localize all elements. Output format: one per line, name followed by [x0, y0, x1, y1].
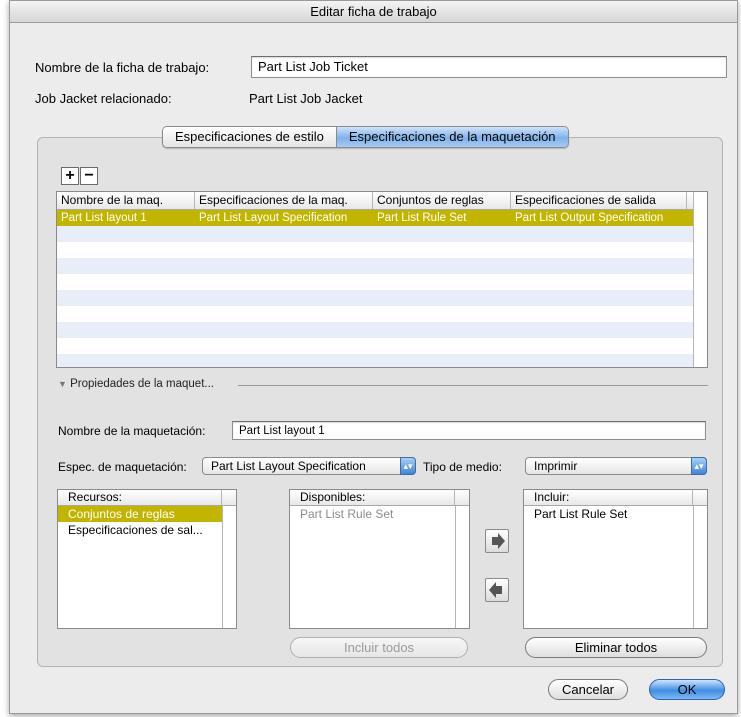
cell-layout-name: Part List layout 1 — [61, 212, 147, 224]
list-item[interactable]: Part List Rule Set — [524, 506, 693, 522]
cell-layout-spec: Part List Layout Specification — [199, 212, 348, 224]
left-arrow-icon — [489, 582, 502, 598]
available-header: Disponibles: — [290, 490, 469, 506]
table-row — [57, 258, 707, 274]
edit-job-ticket-dialog: Editar ficha de trabajo Nombre de la fic… — [9, 0, 738, 714]
available-scrollbar[interactable] — [455, 506, 469, 628]
resources-header: Recursos: — [58, 490, 236, 506]
table-row — [57, 338, 707, 354]
media-type-value: Imprimir — [534, 459, 578, 473]
layout-properties-disclosure[interactable]: ▼ Propiedades de la maquet... — [58, 378, 214, 390]
remove-all-button[interactable]: Eliminar todos — [525, 637, 707, 658]
table-row — [57, 354, 707, 367]
include-scrollbar[interactable] — [693, 506, 707, 628]
column-header[interactable]: Especificaciones de la maq. — [195, 192, 373, 209]
disclosure-triangle-icon: ▼ — [58, 379, 67, 389]
ticket-name-label: Nombre de la ficha de trabajo: — [35, 60, 210, 75]
available-header-label: Disponibles: — [300, 490, 366, 504]
column-header[interactable]: Especificaciones de salida — [511, 192, 687, 209]
resources-list: Recursos: Conjuntos de reglas Especifica… — [57, 489, 237, 629]
job-jacket-label: Job Jacket relacionado: — [35, 91, 172, 106]
table-row — [57, 242, 707, 258]
ticket-name-field[interactable]: Part List Job Ticket — [251, 56, 727, 78]
column-header[interactable]: Conjuntos de reglas — [373, 192, 511, 209]
move-right-button[interactable] — [485, 529, 509, 553]
popup-arrows-icon: ▴▾ — [691, 457, 707, 475]
layout-name-label: Nombre de la maquetación: — [58, 424, 206, 438]
header-separator — [692, 490, 693, 505]
table-row — [57, 322, 707, 338]
tab-style-specs[interactable]: Especificaciones de estilo — [163, 127, 336, 147]
layout-spec-label: Espec. de maquetación: — [58, 460, 187, 474]
media-type-popup[interactable]: Imprimir ▴▾ — [525, 457, 707, 475]
section-divider — [238, 385, 708, 386]
remove-layout-button[interactable]: − — [80, 167, 98, 185]
disclosure-label: Propiedades de la maquet... — [70, 378, 214, 390]
cancel-button[interactable]: Cancelar — [548, 679, 628, 700]
header-separator — [221, 490, 222, 505]
window-title: Editar ficha de trabajo — [10, 1, 737, 23]
list-item[interactable]: Especificaciones de sal... — [58, 522, 222, 538]
tab-bar: Especificaciones de estilo Especificacio… — [162, 126, 569, 148]
list-item[interactable]: Part List Rule Set — [290, 506, 455, 522]
include-header-label: Incluir: — [534, 490, 570, 504]
table-row — [57, 274, 707, 290]
tab-layout-specs[interactable]: Especificaciones de la maquetación — [335, 127, 568, 147]
right-arrow-icon — [492, 533, 505, 549]
table-scrollbar[interactable] — [693, 192, 707, 367]
popup-arrows-icon: ▴▾ — [400, 457, 416, 475]
layouts-table: Nombre de la maq. Especificaciones de la… — [56, 191, 708, 368]
column-header[interactable]: Nombre de la maq. — [57, 192, 195, 209]
include-list: Incluir: Part List Rule Set — [523, 489, 708, 629]
layout-spec-popup[interactable]: Part List Layout Specification ▴▾ — [202, 457, 416, 475]
header-separator — [454, 490, 455, 505]
cell-rule-set: Part List Rule Set — [377, 212, 467, 224]
table-header: Nombre de la maq. Especificaciones de la… — [57, 192, 707, 210]
ok-button[interactable]: OK — [649, 679, 725, 700]
resources-header-label: Recursos: — [68, 490, 123, 504]
table-row[interactable]: Part List layout 1 Part List Layout Spec… — [57, 210, 707, 226]
available-list: Disponibles: Part List Rule Set — [289, 489, 470, 629]
media-type-label: Tipo de medio: — [423, 460, 502, 474]
cell-output-spec: Part List Output Specification — [515, 212, 664, 224]
layout-name-field[interactable]: Part List layout 1 — [232, 421, 706, 440]
list-item[interactable]: Conjuntos de reglas — [58, 506, 222, 522]
table-row — [57, 226, 707, 242]
resources-scrollbar[interactable] — [222, 506, 236, 628]
add-layout-button[interactable]: + — [61, 167, 79, 185]
include-header: Incluir: — [524, 490, 707, 506]
include-all-button[interactable]: Incluir todos — [290, 637, 468, 658]
table-row — [57, 306, 707, 322]
job-jacket-value: Part List Job Jacket — [249, 91, 363, 106]
table-row — [57, 290, 707, 306]
move-left-button[interactable] — [485, 578, 509, 602]
layout-spec-value: Part List Layout Specification — [211, 459, 366, 473]
